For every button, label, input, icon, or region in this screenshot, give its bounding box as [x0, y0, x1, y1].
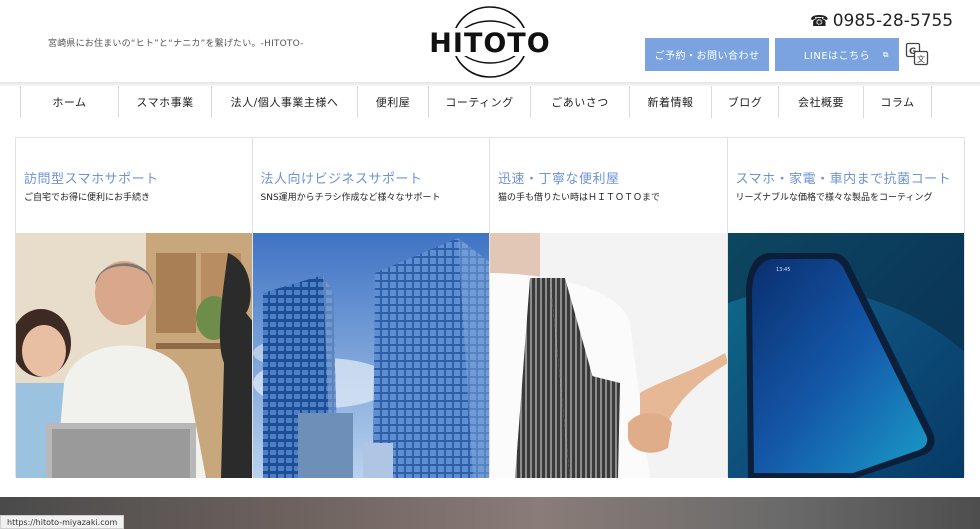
phone-icon: ☎	[810, 12, 829, 30]
nav-item-greeting[interactable]: ごあいさつ	[531, 86, 630, 118]
phone-number[interactable]: ☎ 0985-28-5755	[810, 11, 953, 31]
card-title: 迅速・丁寧な便利屋	[498, 172, 620, 187]
seniors-with-laptop-photo	[16, 233, 252, 478]
hero-image-strip	[0, 497, 980, 529]
svg-text:13:45: 13:45	[776, 267, 790, 273]
phone-number-text: 0985-28-5755	[832, 11, 954, 31]
line-button[interactable]: LINEはこちら ⧉	[775, 38, 899, 71]
person-in-apron-photo	[490, 233, 727, 478]
line-button-label: LINEはこちら	[803, 51, 871, 62]
card-title: スマホ・家電・車内まで抗菌コート	[735, 172, 952, 187]
card-subtitle: リーズナブルな価格で様々な製品をコーティング	[735, 193, 933, 203]
svg-text:文: 文	[917, 54, 925, 64]
nav-item-column[interactable]: コラム	[864, 86, 932, 118]
smartphone-photo: 13:45	[727, 233, 964, 478]
service-card-home-support[interactable]: 訪問型スマホサポート ご自宅でお得に便利にお手続き	[15, 137, 253, 478]
nav-item-company[interactable]: 会社概要	[779, 86, 864, 118]
nav-item-coating[interactable]: コーティング	[429, 86, 531, 118]
site-header: 宮崎県にお住まいの“ヒト”と“ナニカ”を繋げたい。-HITOTO- HITOTO…	[0, 0, 980, 82]
logo-text: HITOTO	[429, 28, 551, 59]
card-title: 法人向けビジネスサポート	[260, 172, 423, 187]
service-card-handyman[interactable]: 迅速・丁寧な便利屋 猫の手も借りたい時はＨＩＴＯＴＯまで	[490, 137, 728, 478]
nav-item-news[interactable]: 新着情報	[630, 86, 712, 118]
main-nav: ホーム スマホ事業 法人/個人事業主様へ 便利屋 コーティング ごあいさつ 新着…	[20, 86, 932, 118]
external-link-icon: ⧉	[882, 50, 889, 59]
translate-icon[interactable]: G 文	[905, 42, 929, 66]
site-logo[interactable]: HITOTO	[426, 6, 554, 78]
nav-item-handyman[interactable]: 便利屋	[358, 86, 429, 118]
card-subtitle: SNS運用からチラシ作成など様々なサポート	[260, 193, 441, 203]
card-title: 訪問型スマホサポート	[24, 172, 159, 187]
nav-item-smartphone-business[interactable]: スマホ事業	[119, 86, 212, 118]
nav-item-corporate[interactable]: 法人/個人事業主様へ	[212, 86, 358, 118]
service-card-coating[interactable]: スマホ・家電・車内まで抗菌コート リーズナブルな価格で様々な製品をコーティング	[727, 137, 965, 478]
card-subtitle: ご自宅でお得に便利にお手続き	[24, 193, 151, 203]
nav-item-home[interactable]: ホーム	[20, 86, 119, 118]
service-card-business-support[interactable]: 法人向けビジネスサポート SNS運用からチラシ作成など様々なサポート	[252, 137, 490, 478]
reserve-contact-button[interactable]: ご予約・お問い合わせ	[645, 38, 769, 71]
card-subtitle: 猫の手も借りたい時はＨＩＴＯＴＯまで	[498, 193, 661, 203]
nav-item-blog[interactable]: ブログ	[712, 86, 779, 118]
service-cards: 訪問型スマホサポート ご自宅でお得に便利にお手続き 法人向けビジネスサポート S…	[15, 137, 965, 478]
site-tagline: 宮崎県にお住まいの“ヒト”と“ナニカ”を繋げたい。-HITOTO-	[48, 39, 304, 49]
status-bar-url: https://hitoto-miyazaki.com	[0, 515, 125, 529]
office-buildings-photo	[252, 233, 489, 478]
